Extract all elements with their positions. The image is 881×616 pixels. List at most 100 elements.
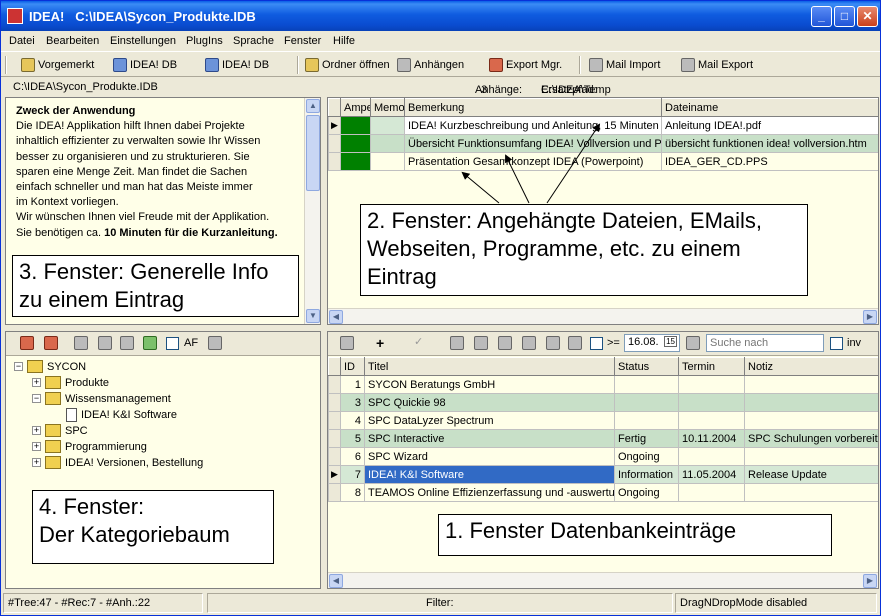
tree-item-idea-ki-software[interactable]: IDEA! K&I Software xyxy=(66,408,177,422)
filter-and-icon[interactable] xyxy=(450,336,464,350)
col-termin[interactable]: Termin xyxy=(678,357,745,376)
col-notiz[interactable]: Notiz xyxy=(744,357,878,376)
titel-cell[interactable]: SPC Quickie 98 xyxy=(364,393,615,412)
termin-cell[interactable] xyxy=(678,393,745,412)
move-category-icon[interactable] xyxy=(74,336,88,350)
print-icon[interactable] xyxy=(208,336,222,350)
filter-ge-icon[interactable] xyxy=(474,336,488,350)
tree-item-spc[interactable]: + SPC xyxy=(32,424,88,437)
anhaengen-button[interactable]: Anhängen xyxy=(397,57,464,73)
collapse-icon[interactable]: − xyxy=(32,394,41,403)
title-bar[interactable]: IDEA! C:\IDEA\Sycon_Produkte.IDB _ □ ✕ xyxy=(1,1,880,31)
filter-t-icon[interactable] xyxy=(522,336,536,350)
id-cell[interactable]: 6 xyxy=(340,447,365,466)
scroll-left-icon[interactable]: ◀ xyxy=(329,310,343,324)
scroll-up-icon[interactable]: ▲ xyxy=(306,99,320,113)
menu-einstellungen[interactable]: Einstellungen xyxy=(110,35,176,47)
status-cell[interactable]: Fertig xyxy=(614,429,679,448)
attachment-row[interactable]: Präsentation Gesamtkonzept IDEA (Powerpo… xyxy=(328,152,878,171)
notiz-cell[interactable]: Release Update xyxy=(744,465,878,484)
notiz-cell[interactable]: SPC Schulungen vorbereiten xyxy=(744,429,878,448)
id-cell[interactable]: 4 xyxy=(340,411,365,430)
ampel-cell[interactable] xyxy=(340,134,371,153)
id-cell[interactable]: 3 xyxy=(340,393,365,412)
tree-item-wissensmanagement[interactable]: − Wissensmanagement xyxy=(32,392,171,405)
termin-cell[interactable]: 10.11.2004 xyxy=(678,429,745,448)
record-row[interactable]: 3 SPC Quickie 98 xyxy=(328,393,878,412)
tree-root[interactable]: − SYCON xyxy=(14,360,86,373)
add-category-icon[interactable] xyxy=(20,336,34,350)
notiz-cell[interactable] xyxy=(744,375,878,394)
collapse-tree-icon[interactable] xyxy=(98,336,112,350)
termin-cell[interactable] xyxy=(678,375,745,394)
dateiname-cell[interactable]: IDEA_GER_CD.PPS xyxy=(661,152,878,171)
record-row[interactable]: 8 TEAMOS Online Effizienzerfassung und -… xyxy=(328,483,878,502)
record-row[interactable]: 6 SPC Wizard Ongoing xyxy=(328,447,878,466)
col-bemerkung[interactable]: Bemerkung xyxy=(404,98,662,117)
scroll-thumb[interactable] xyxy=(306,115,320,191)
scroll-down-icon[interactable]: ▼ xyxy=(306,309,320,323)
notes-pane[interactable]: Zweck der Anwendung Die IDEA! Applikatio… xyxy=(5,97,321,325)
mail-import-button[interactable]: Mail Import xyxy=(589,57,660,73)
status-cell[interactable] xyxy=(614,393,679,412)
app-icon[interactable] xyxy=(7,8,23,24)
status-cell[interactable]: Ongoing xyxy=(614,483,679,502)
col-status[interactable]: Status xyxy=(614,357,679,376)
ampel-cell[interactable] xyxy=(340,152,371,171)
expand-icon[interactable]: + xyxy=(32,378,41,387)
dateiname-cell[interactable]: Anleitung IDEA!.pdf xyxy=(661,116,878,135)
expand-icon[interactable]: + xyxy=(32,442,41,451)
notes-text[interactable]: Zweck der Anwendung Die IDEA! Applikatio… xyxy=(16,104,306,241)
expand-icon[interactable]: + xyxy=(32,458,41,467)
status-cell[interactable] xyxy=(614,411,679,430)
scroll-right-icon[interactable]: ▶ xyxy=(863,310,877,324)
attachments-pane[interactable]: Ampel Memo Bemerkung Dateiname ▶ IDEA! K… xyxy=(327,97,879,325)
titel-cell[interactable]: SPC Wizard xyxy=(364,447,615,466)
id-cell[interactable]: 5 xyxy=(340,429,365,448)
remove-category-icon[interactable] xyxy=(44,336,58,350)
titel-cell[interactable]: SPC DataLyzer Spectrum xyxy=(364,411,615,430)
bemerkung-cell[interactable]: Präsentation Gesamtkonzept IDEA (Powerpo… xyxy=(404,152,662,171)
search-input[interactable] xyxy=(706,334,824,352)
memo-cell[interactable] xyxy=(370,116,405,135)
document-icon[interactable] xyxy=(120,336,134,350)
status-cell[interactable]: Information xyxy=(614,465,679,484)
tree-pane[interactable]: AF − SYCON + Produkte − Wissensmanagement I… xyxy=(5,331,321,589)
menu-sprache[interactable]: Sprache xyxy=(233,35,274,47)
record-row[interactable]: 4 SPC DataLyzer Spectrum xyxy=(328,411,878,430)
mail-export-button[interactable]: Mail Export xyxy=(681,57,753,73)
record-row-selected[interactable]: ▶ 7 IDEA! K&I Software Information 11.05… xyxy=(328,465,878,484)
ampel-cell[interactable] xyxy=(340,116,371,135)
notiz-cell[interactable] xyxy=(744,483,878,502)
expand-icon[interactable]: + xyxy=(32,426,41,435)
col-id[interactable]: ID xyxy=(340,357,365,376)
menu-datei[interactable]: Datei xyxy=(9,35,35,47)
records-hscrollbar[interactable]: ◀ ▶ xyxy=(328,572,878,588)
bemerkung-cell[interactable]: IDEA! Kurzbeschreibung und Anleitung, 15… xyxy=(404,116,662,135)
titel-cell[interactable]: SPC Interactive xyxy=(364,429,615,448)
check-icon[interactable]: ✓ xyxy=(414,335,423,348)
col-ampel[interactable]: Ampel xyxy=(340,98,371,117)
collapse-icon[interactable]: − xyxy=(14,362,23,371)
attachment-row[interactable]: ▶ IDEA! Kurzbeschreibung und Anleitung, … xyxy=(328,116,878,135)
filter-d-icon[interactable] xyxy=(568,336,582,350)
filter-range-icon[interactable] xyxy=(498,336,512,350)
date-input[interactable]: 16.08. 15 xyxy=(624,334,680,352)
date-filter-checkbox[interactable] xyxy=(590,337,603,350)
termin-cell[interactable] xyxy=(678,483,745,502)
add-record-icon[interactable]: + xyxy=(376,335,384,351)
search-help-icon[interactable] xyxy=(686,336,700,350)
calendar-icon[interactable]: 15 xyxy=(664,336,677,347)
filter-s-icon[interactable] xyxy=(546,336,560,350)
bemerkung-cell[interactable]: Übersicht Funktionsumfang IDEA! Vollvers… xyxy=(404,134,662,153)
notiz-cell[interactable] xyxy=(744,411,878,430)
tree-options-icon[interactable] xyxy=(143,336,157,350)
notiz-cell[interactable] xyxy=(744,447,878,466)
termin-cell[interactable]: 11.05.2004 xyxy=(678,465,745,484)
id-cell[interactable]: 7 xyxy=(340,465,365,484)
tree-item-idea-versionen[interactable]: + IDEA! Versionen, Bestellung xyxy=(32,456,203,469)
scroll-left-icon[interactable]: ◀ xyxy=(329,574,343,588)
maximize-button[interactable]: □ xyxy=(834,6,855,27)
status-cell[interactable] xyxy=(614,375,679,394)
menu-fenster[interactable]: Fenster xyxy=(284,35,321,47)
